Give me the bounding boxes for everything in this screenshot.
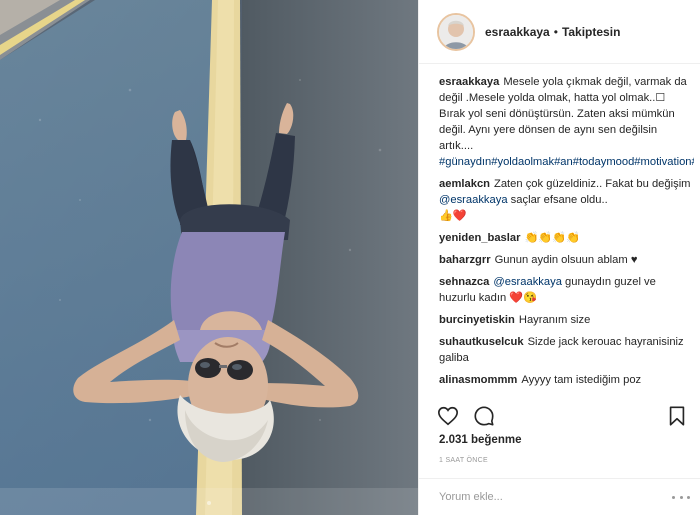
comment-text: Ayyyy tam istediğim poz — [521, 374, 642, 386]
comment-item: suhautkuselcuk Sizde jack kerouac hayrani… — [439, 334, 694, 366]
post-header: esraakkaya • Takiptesin — [419, 0, 700, 64]
comment-username[interactable]: baharzgrr — [439, 254, 491, 266]
add-comment-bar — [419, 478, 700, 515]
comment-mention[interactable]: @esraakkaya — [493, 276, 562, 288]
comment-item: burcinyetiskin Hayranım size — [439, 312, 694, 328]
caption-hashtags[interactable]: #günaydın#yoldaolmak#an#todaymood#motiva… — [439, 156, 694, 168]
comment-username[interactable]: burcinyetiskin — [439, 314, 515, 326]
separator-dot: • — [553, 24, 558, 39]
comment-username[interactable]: suhautkuselcuk — [439, 336, 524, 348]
comment-text: Hayranım size — [518, 314, 591, 326]
comment-emoji: 👏👏👏👏 — [524, 232, 581, 244]
caption: esraakkaya Mesele yola çıkmak değil, varm… — [439, 74, 694, 170]
comment-emoji: ❤️😘 — [509, 292, 538, 304]
comment-mention[interactable]: @esraakkaya — [439, 194, 508, 206]
caption-username[interactable]: esraakkaya — [439, 76, 499, 88]
bookmark-icon[interactable] — [666, 405, 688, 427]
comment-icon[interactable] — [473, 405, 495, 427]
action-bar — [437, 404, 688, 428]
comment-item: sehnazca @esraakkaya gunaydın guzel ve hu… — [439, 274, 694, 306]
post-sidebar: esraakkaya • Takiptesin esraakkaya Mesele… — [418, 0, 700, 515]
profile-picture-icon — [439, 14, 473, 49]
avatar[interactable] — [437, 12, 475, 51]
comment-emoji: 👍❤️ — [439, 210, 467, 222]
comment-item: alinasmommm Ayyyy tam istediğim poz — [439, 372, 694, 388]
comments-list[interactable]: esraakkaya Mesele yola çıkmak değil, varm… — [439, 74, 694, 396]
comment-username[interactable]: sehnazca — [439, 276, 489, 288]
heart-icon[interactable] — [437, 405, 459, 427]
road-photo-illustration — [0, 0, 418, 515]
comment-text: Gunun aydin olsuun ablam ♥ — [494, 254, 638, 266]
likes-count[interactable]: 2.031 beğenme — [439, 434, 521, 446]
header-username[interactable]: esraakkaya — [485, 25, 550, 39]
comment-input[interactable] — [439, 491, 672, 503]
comment-username[interactable]: alinasmommm — [439, 374, 517, 386]
post-photo[interactable] — [0, 0, 418, 515]
instagram-post: esraakkaya • Takiptesin esraakkaya Mesele… — [0, 0, 700, 515]
comment-text-tail: saçlar efsane oldu.. — [507, 194, 608, 206]
comment-username[interactable]: yeniden_baslar — [439, 232, 520, 244]
comment-username[interactable]: aemlakcn — [439, 178, 490, 190]
follow-status-button[interactable]: Takiptesin — [562, 25, 620, 39]
comment-item: aemlakcn Zaten çok güzeldiniz.. Fakat bu … — [439, 176, 694, 224]
post-timestamp: 1 SAAT ÖNCE — [439, 457, 488, 464]
comment-text: Zaten çok güzeldiniz.. Fakat bu değişim — [494, 178, 691, 190]
more-options-icon[interactable] — [672, 492, 690, 502]
comment-item: yeniden_baslar 👏👏👏👏 — [439, 230, 694, 246]
comment-item: baharzgrr Gunun aydin olsuun ablam ♥ — [439, 252, 694, 268]
